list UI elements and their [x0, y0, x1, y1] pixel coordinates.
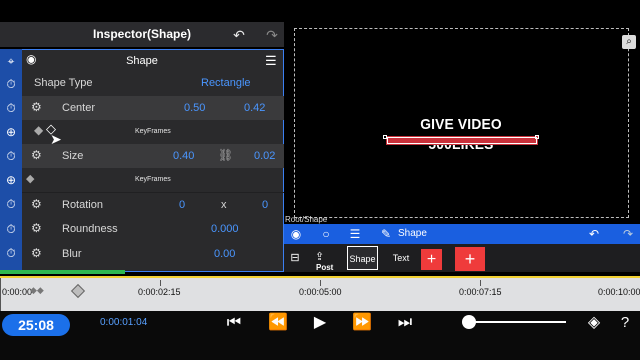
- play-icon[interactable]: ▶: [309, 313, 331, 333]
- layer-text[interactable]: Text: [386, 246, 416, 270]
- timeline-tick: [160, 280, 161, 286]
- add-element-button[interactable]: +: [455, 247, 485, 271]
- selection-handle[interactable]: [383, 135, 387, 139]
- pencil-icon[interactable]: ✎: [378, 224, 394, 244]
- rotation-separator: x: [221, 199, 227, 211]
- stopwatch-icon[interactable]: ⏱: [2, 99, 20, 117]
- blur-field[interactable]: 0.00: [214, 248, 235, 260]
- timeline-tick-label: 0:00:00: [2, 287, 33, 297]
- timeline-keyframe-icon[interactable]: ◆◆: [30, 285, 44, 296]
- current-time: 0:00:01:04: [100, 317, 148, 328]
- zoom-slider-knob[interactable]: [462, 315, 476, 329]
- layers-icon[interactable]: ⊟: [287, 246, 303, 270]
- gear-icon[interactable]: ⚙: [31, 246, 42, 260]
- toolbar-shape-label: Shape: [398, 228, 427, 239]
- zoom-icon[interactable]: ⌕: [622, 35, 636, 49]
- center-x-field[interactable]: 0.50: [184, 102, 205, 114]
- timeline-tick-label: 0:00:07:15: [459, 287, 502, 297]
- redo-icon[interactable]: ↷: [263, 26, 281, 44]
- circle-icon[interactable]: ○: [318, 224, 334, 244]
- gear-icon[interactable]: ⚙: [31, 197, 42, 211]
- roundness-field[interactable]: 0.000: [211, 223, 239, 235]
- shape-type-select[interactable]: Rectangle: [201, 77, 251, 89]
- menu-icon[interactable]: ☰: [265, 52, 277, 70]
- size-x-field[interactable]: 0.40: [173, 150, 194, 162]
- inspector-section-label: Shape: [126, 55, 158, 67]
- menu-icon[interactable]: ☰: [347, 224, 363, 244]
- progress-indicator: [0, 270, 125, 274]
- add-keyframe-icon[interactable]: ⊕: [2, 123, 20, 141]
- duration-badge[interactable]: 25:08: [2, 314, 70, 336]
- keyframes-label: KeyFrames: [135, 176, 171, 183]
- keyframe-diamond-icon[interactable]: ◆: [26, 172, 34, 185]
- skip-to-end-icon[interactable]: ⏭: [394, 313, 416, 333]
- help-icon[interactable]: ?: [614, 313, 636, 333]
- eye-icon[interactable]: ◉: [288, 224, 304, 244]
- undo-icon[interactable]: ↶: [586, 224, 602, 244]
- shape-type-label: Shape Type: [34, 77, 93, 89]
- layer-shape[interactable]: Shape: [347, 246, 378, 270]
- size-y-field[interactable]: 0.02: [254, 150, 275, 162]
- gear-icon[interactable]: ⚙: [31, 221, 42, 235]
- timeline-tick: [0, 278, 1, 311]
- skip-to-start-icon[interactable]: ⏮: [223, 313, 245, 333]
- gear-icon[interactable]: ⚙: [31, 100, 42, 114]
- post-button[interactable]: Post: [316, 263, 333, 272]
- link-icon[interactable]: ⛓: [218, 148, 233, 162]
- rotation-field[interactable]: 0: [179, 199, 185, 211]
- timeline-tick-label: 0:00:10:00: [598, 287, 640, 297]
- step-forward-icon[interactable]: ⏩: [351, 313, 373, 333]
- center-label: Center: [62, 102, 96, 114]
- roundness-label: Roundness: [62, 223, 118, 235]
- zoom-slider-track[interactable]: [470, 321, 566, 323]
- rotation-label: Rotation: [62, 199, 103, 211]
- stopwatch-icon[interactable]: ⏱: [2, 244, 20, 262]
- stopwatch-icon[interactable]: ⏱: [2, 195, 20, 213]
- add-keyframe-icon[interactable]: ⊕: [2, 171, 20, 189]
- gear-icon[interactable]: ⚙: [31, 148, 42, 162]
- keyframes-label: KeyFrames: [135, 128, 171, 135]
- timeline-tick-label: 0:00:05:00: [299, 287, 342, 297]
- stopwatch-icon[interactable]: ⏱: [2, 147, 20, 165]
- selection-handle[interactable]: [535, 135, 539, 139]
- redo-icon[interactable]: ↷: [620, 224, 636, 244]
- rotation-field-2[interactable]: 0: [262, 199, 268, 211]
- size-label: Size: [62, 150, 84, 162]
- stopwatch-icon[interactable]: ⏱: [2, 220, 20, 238]
- step-back-icon[interactable]: ⏪: [267, 313, 289, 333]
- keyframe-diamond-icon[interactable]: ◆: [34, 123, 43, 137]
- add-layer-button[interactable]: +: [421, 249, 442, 270]
- breadcrumb: Root/Shape: [285, 215, 328, 224]
- blur-label: Blur: [62, 248, 82, 260]
- timeline-top-border: [0, 276, 640, 278]
- diamond-icon[interactable]: ◈: [583, 313, 605, 333]
- timeline-tick: [480, 280, 481, 286]
- stopwatch-icon[interactable]: ⏱: [2, 75, 20, 93]
- transform-icon[interactable]: ⌖: [2, 52, 20, 70]
- shape-rectangle[interactable]: [387, 137, 537, 144]
- timeline-tick: [320, 280, 321, 286]
- center-y-field[interactable]: 0.42: [244, 102, 265, 114]
- canvas-text[interactable]: GIVE VIDEO 500LIKES: [392, 115, 530, 153]
- timeline-tick-label: 0:00:02:15: [138, 287, 181, 297]
- undo-icon[interactable]: ↶: [230, 26, 248, 44]
- upload-icon[interactable]: ⇪: [315, 250, 324, 263]
